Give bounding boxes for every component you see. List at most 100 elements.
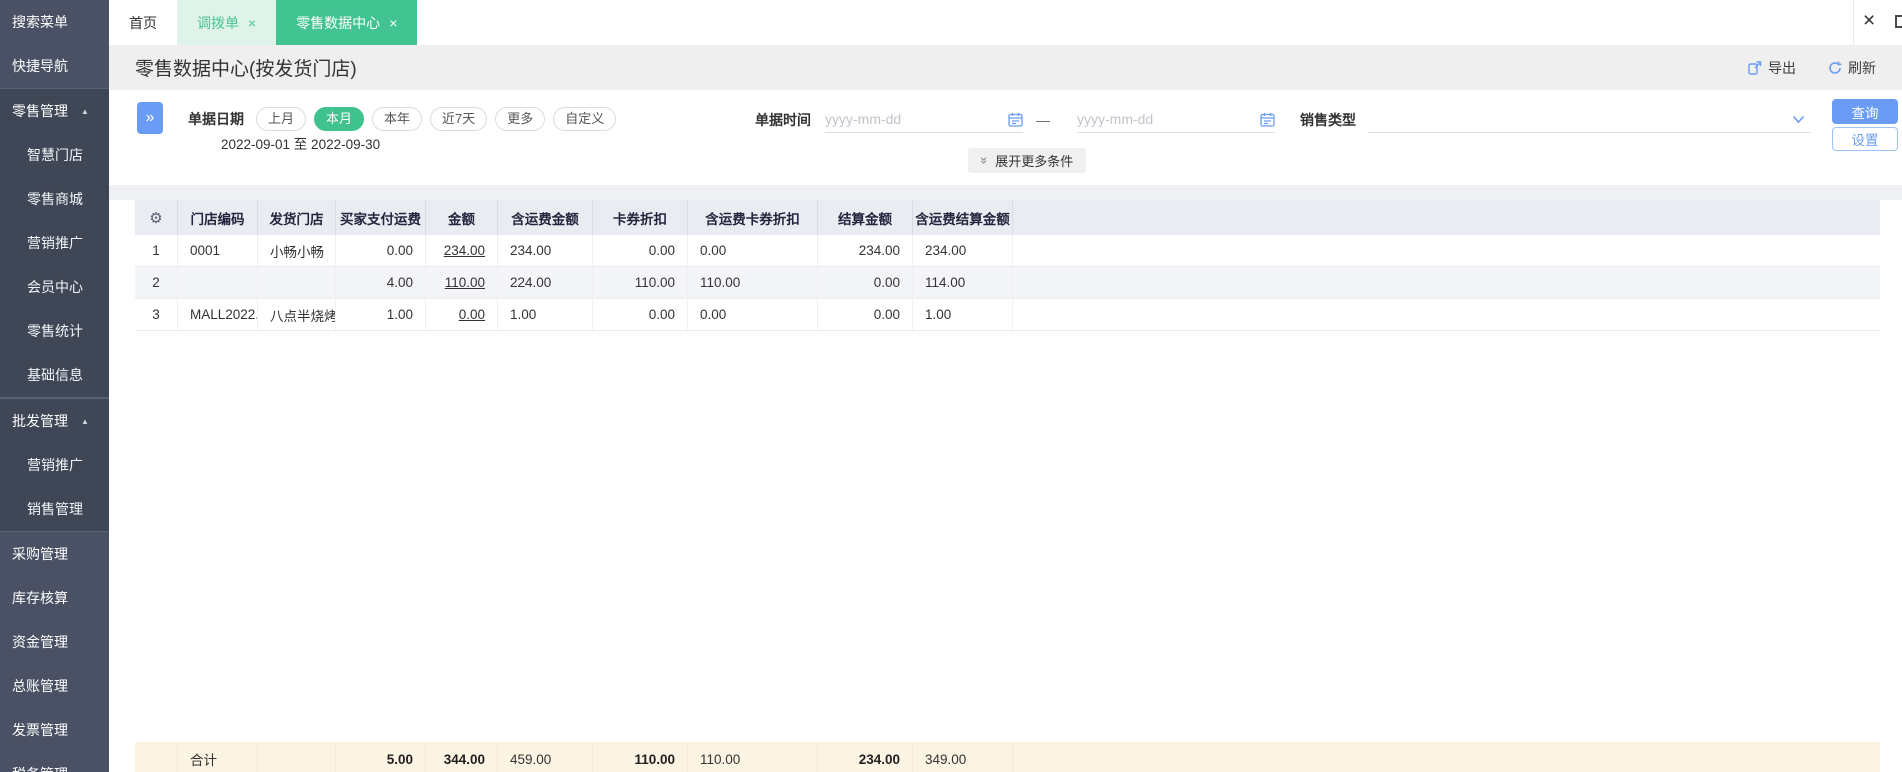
doc-date-label: 单据日期	[188, 111, 244, 127]
filter-panel: » 单据日期 上月 本月 本年 近7天 更多 自定义 2022-09-01 至 2022-…	[109, 90, 1902, 185]
doc-time-end-input[interactable]	[1077, 111, 1260, 127]
sidebar-item-5[interactable]: 营销推广	[0, 221, 109, 265]
sidebar-item-13[interactable]: 库存核算	[0, 576, 109, 620]
summary-cell: 合计	[178, 742, 258, 772]
panel-divider	[109, 185, 1902, 200]
sidebar-item-14[interactable]: 资金管理	[0, 620, 109, 664]
date-range-value: 2022-09-01 至 2022-09-30	[221, 137, 381, 152]
cell: 0001	[178, 235, 258, 266]
table-row[interactable]: 1 0001 小畅小畅 0.00 234.00 234.00 0.00 0.00 234.00 2…	[135, 235, 1880, 267]
doc-time-start-input[interactable]	[825, 111, 1008, 127]
summary-cell	[258, 742, 336, 772]
refresh-button[interactable]: 刷新	[1828, 58, 1876, 78]
sidebar-item-4[interactable]: 零售商城	[0, 177, 109, 221]
sidebar-item-label: 资金管理	[12, 634, 68, 650]
chevron-down-icon	[1792, 115, 1805, 124]
table-row[interactable]: 3MALL2022...八点半烧烤...1.000.001.000.000.00…	[135, 299, 1880, 331]
sidebar-item-3[interactable]: 智慧门店	[0, 133, 109, 177]
restore-icon[interactable]	[1895, 15, 1902, 28]
column-header-9[interactable]: 含运费结算金额	[913, 200, 1013, 235]
tab-close-icon[interactable]: ×	[248, 16, 256, 30]
table-row[interactable]: 2 4.00 110.00 224.00 110.00 110.00 0.00 114.00	[135, 267, 1880, 299]
doc-time-start-wrap	[825, 106, 1023, 133]
sidebar-item-1[interactable]: 快捷导航	[0, 44, 109, 88]
sidebar-item-label: 智慧门店	[27, 147, 83, 163]
date-quick-pills: 上月 本月 本年 近7天 更多 自定义	[256, 107, 617, 131]
date-pill-0[interactable]: 上月	[256, 107, 307, 131]
sidebar-item-7[interactable]: 零售统计	[0, 309, 109, 353]
column-header-3[interactable]: 买家支付运费	[336, 200, 426, 235]
sidebar-item-8[interactable]: 基础信息	[0, 353, 109, 397]
gear-icon[interactable]: ⚙	[149, 209, 162, 227]
settings-button[interactable]: 设置	[1832, 127, 1898, 151]
column-header-8[interactable]: 结算金额	[818, 200, 913, 235]
doc-time-filter: 单据时间 —	[755, 106, 1275, 133]
amount-link[interactable]: 234.00	[444, 243, 485, 258]
export-button[interactable]: 导出	[1748, 58, 1796, 78]
tab-close-icon[interactable]: ×	[389, 16, 397, 30]
amount-link[interactable]: 0.00	[459, 307, 485, 322]
cell: 110.00	[593, 267, 688, 298]
sidebar-item-label: 税务管理	[12, 764, 68, 772]
calendar-icon[interactable]	[1260, 112, 1275, 127]
sidebar-item-label: 搜索菜单	[12, 14, 68, 30]
cell: 114.00	[913, 267, 1013, 298]
sidebar-item-12[interactable]: 采购管理	[0, 532, 109, 576]
cell	[178, 267, 258, 298]
cell: 2	[135, 267, 178, 298]
column-header-0[interactable]: ⚙	[135, 200, 178, 235]
date-pill-2[interactable]: 本年	[372, 107, 423, 131]
sidebar-item-label: 零售管理	[12, 103, 68, 119]
cell: 0.00	[593, 299, 688, 330]
cell: 1	[135, 235, 178, 266]
sidebar-item-16[interactable]: 发票管理	[0, 708, 109, 752]
column-header-1[interactable]: 门店编码	[178, 200, 258, 235]
sidebar-item-6[interactable]: 会员中心	[0, 265, 109, 309]
amount-link[interactable]: 110.00	[445, 275, 485, 290]
tab-1[interactable]: 调拨单 ×	[177, 0, 277, 45]
calendar-icon[interactable]	[1008, 112, 1023, 127]
date-pill-1[interactable]: 本月	[314, 107, 365, 131]
column-header-4[interactable]: 金额	[426, 200, 498, 235]
summary-cell: 344.00	[426, 742, 498, 772]
expand-more-button[interactable]: » 展开更多条件	[968, 148, 1087, 173]
table-body: 1 0001 小畅小畅 0.00 234.00 234.00 0.00 0.00 234.00 2…	[135, 235, 1880, 331]
cell: 0.00	[336, 235, 426, 266]
tab-label: 首页	[129, 14, 157, 31]
sidebar-item-2[interactable]: 零售管理 ▲	[0, 89, 109, 133]
column-header-7[interactable]: 含运费卡券折扣	[688, 200, 818, 235]
sidebar-item-17[interactable]: 税务管理	[0, 752, 109, 772]
cell: 0.00	[593, 235, 688, 266]
cell: 234.00	[498, 235, 593, 266]
sidebar-item-9[interactable]: 批发管理 ▲	[0, 399, 109, 443]
tab-0[interactable]: 首页	[109, 0, 177, 45]
expand-more-label: 展开更多条件	[995, 154, 1074, 169]
doc-time-label: 单据时间	[755, 111, 811, 128]
sidebar-item-label: 营销推广	[27, 457, 83, 473]
date-pill-3[interactable]: 近7天	[430, 107, 488, 131]
sidebar-item-label: 销售管理	[27, 501, 83, 517]
cell: 1.00	[498, 299, 593, 330]
sidebar-item-15[interactable]: 总账管理	[0, 664, 109, 708]
cell: MALL2022...	[178, 299, 258, 330]
date-pill-5[interactable]: 自定义	[553, 107, 617, 131]
column-header-6[interactable]: 卡券折扣	[593, 200, 688, 235]
date-pill-4[interactable]: 更多	[495, 107, 546, 131]
doc-date-filter: 单据日期 上月 本月 本年 近7天 更多 自定义	[188, 107, 617, 131]
data-table: ⚙ 门店编码 发货门店 买家支付运费 金额 含运费金额 卡券折扣 含运费卡券折扣 结算金额 含运费…	[135, 200, 1880, 772]
sidebar-item-11[interactable]: 销售管理	[0, 487, 109, 531]
summary-cell: 234.00	[818, 742, 913, 772]
sidebar-item-label: 基础信息	[27, 367, 83, 383]
close-icon[interactable]: ×	[1863, 9, 1875, 33]
tab-2[interactable]: 零售数据中心 ×	[276, 0, 418, 45]
sidebar-item-10[interactable]: 营销推广	[0, 443, 109, 487]
sale-type-select[interactable]	[1368, 106, 1811, 133]
collapse-filter-button[interactable]: »	[137, 102, 163, 134]
tab-bar: 首页 调拨单 × 零售数据中心 ×	[109, 0, 1902, 45]
sidebar-item-0[interactable]: 搜索菜单	[0, 0, 109, 44]
column-header-2[interactable]: 发货门店	[258, 200, 336, 235]
cell: 224.00	[498, 267, 593, 298]
query-button[interactable]: 查询	[1832, 99, 1898, 124]
summary-cell: 110.00	[593, 742, 688, 772]
column-header-5[interactable]: 含运费金额	[498, 200, 593, 235]
